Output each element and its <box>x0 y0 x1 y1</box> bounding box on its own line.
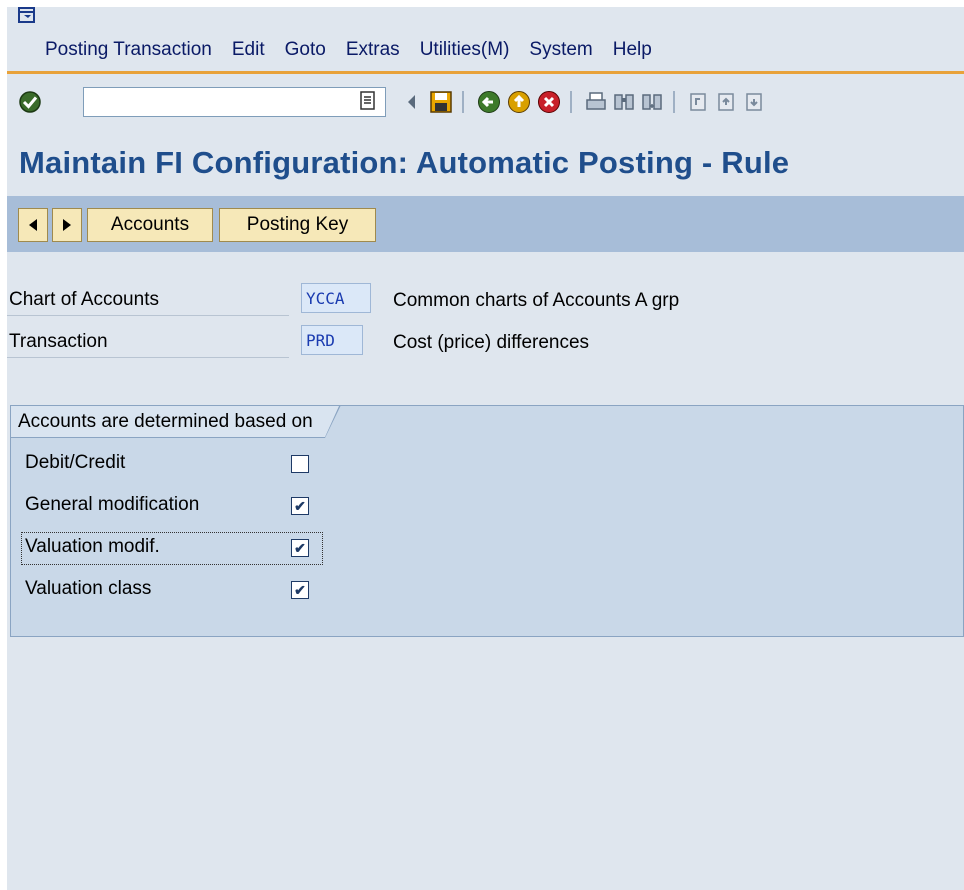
cancel-icon[interactable] <box>537 90 561 114</box>
toolbar-separator <box>570 91 572 113</box>
triangle-left-icon <box>29 219 37 231</box>
exit-icon[interactable] <box>507 90 531 114</box>
page-title: Maintain FI Configuration: Automatic Pos… <box>19 145 790 180</box>
group-title-text: Accounts are determined based on <box>18 410 313 432</box>
chart-of-accounts-field[interactable]: YCCA <box>301 283 371 313</box>
menu-help[interactable]: Help <box>613 39 652 61</box>
toolbar-separator <box>673 91 675 113</box>
transaction-label: Transaction <box>7 326 289 358</box>
menu: Posting Transaction Edit Goto Extras Uti… <box>45 39 672 61</box>
menu-goto[interactable]: Goto <box>285 39 326 61</box>
system-menu-icon[interactable] <box>18 7 36 25</box>
find-icon[interactable] <box>612 90 636 114</box>
save-icon[interactable] <box>429 90 453 114</box>
sap-window: Posting Transaction Edit Goto Extras Uti… <box>7 7 964 890</box>
next-entry-button[interactable] <box>52 208 82 242</box>
transaction-description: Cost (price) differences <box>393 332 590 353</box>
application-toolbar: Accounts Posting Key <box>7 196 964 252</box>
first-page-icon[interactable] <box>687 90 711 114</box>
debit-credit-label: Debit/Credit <box>25 452 126 473</box>
next-page-icon[interactable] <box>743 90 767 114</box>
posting-key-button[interactable]: Posting Key <box>219 208 376 242</box>
group-title: Accounts are determined based on <box>10 405 341 438</box>
accounts-button[interactable]: Accounts <box>87 208 213 242</box>
menu-extras[interactable]: Extras <box>346 39 400 61</box>
valuation-class-checkbox[interactable]: ✔ <box>291 581 309 599</box>
general-modification-label: General modification <box>25 494 200 515</box>
previous-entry-button[interactable] <box>18 208 48 242</box>
collapse-icon[interactable] <box>400 90 424 114</box>
toolbar-separator <box>462 91 464 113</box>
valuation-class-label: Valuation class <box>25 578 152 599</box>
content-area: Chart of Accounts YCCA Common charts of … <box>7 252 964 890</box>
command-dropdown-icon[interactable] <box>357 89 379 113</box>
standard-toolbar <box>7 74 964 135</box>
chart-of-accounts-description: Common charts of Accounts A grp <box>393 290 680 311</box>
transaction-field[interactable]: PRD <box>301 325 363 355</box>
menu-posting-transaction[interactable]: Posting Transaction <box>45 39 212 61</box>
menu-system[interactable]: System <box>529 39 592 61</box>
enter-icon[interactable] <box>18 90 42 114</box>
accounts-determination-group: Accounts are determined based on Debit/C… <box>10 405 964 637</box>
chart-of-accounts-label: Chart of Accounts <box>7 284 289 316</box>
menu-edit[interactable]: Edit <box>232 39 265 61</box>
valuation-modif-checkbox[interactable]: ✔ <box>291 539 309 557</box>
menu-utilities[interactable]: Utilities(M) <box>420 39 510 61</box>
find-next-icon[interactable] <box>640 90 664 114</box>
back-icon[interactable] <box>477 90 501 114</box>
debit-credit-checkbox[interactable] <box>291 455 309 473</box>
previous-page-icon[interactable] <box>715 90 739 114</box>
print-icon[interactable] <box>584 90 608 114</box>
menu-bar: Posting Transaction Edit Goto Extras Uti… <box>7 7 964 74</box>
command-field[interactable] <box>83 87 386 117</box>
general-modification-checkbox[interactable]: ✔ <box>291 497 309 515</box>
title-bar: Maintain FI Configuration: Automatic Pos… <box>7 134 964 197</box>
triangle-right-icon <box>63 219 71 231</box>
valuation-modif-label: Valuation modif. <box>25 536 160 557</box>
